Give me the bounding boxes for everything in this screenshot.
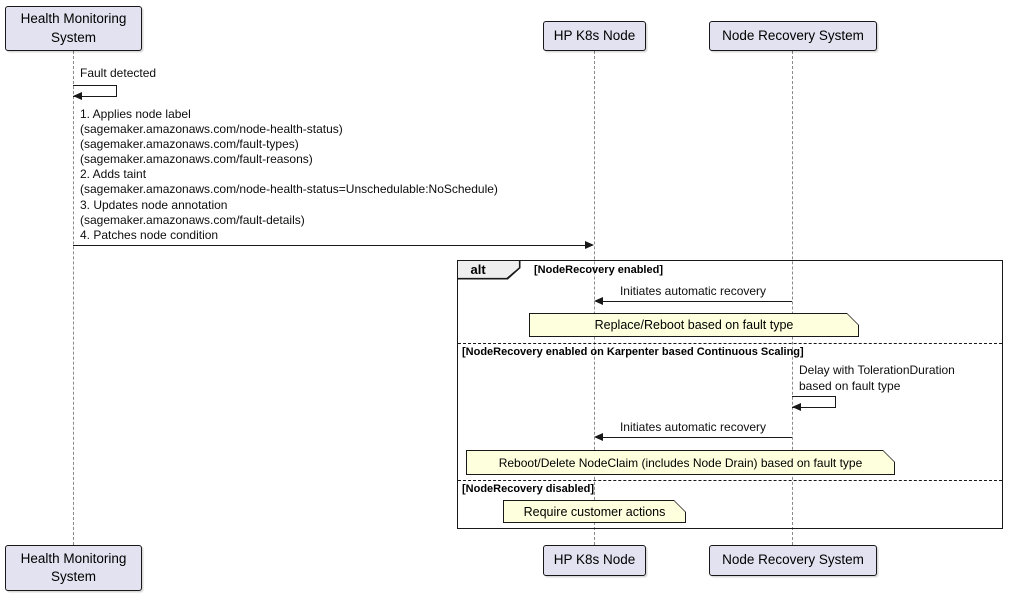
note-reboot-delete: Reboot/Delete NodeClaim (includes Node D… [466, 450, 895, 475]
message-fault-detected-arrowhead [73, 92, 82, 100]
participant-bottom-hp-k8s-node: HP K8s Node [543, 545, 646, 576]
message-delay-toleration-arrowhead [792, 403, 801, 411]
alt-pentagon: alt [458, 261, 521, 280]
sequence-diagram: Health Monitoring System HP K8s Node Nod… [0, 0, 1010, 597]
message-node-update-arrowhead [585, 241, 594, 249]
participant-top-node-recovery-system: Node Recovery System [709, 21, 877, 51]
alt-operator-label: alt [458, 261, 519, 278]
participant-bottom-health-monitoring-system: Health Monitoring System [5, 545, 142, 591]
participant-top-hp-k8s-node: HP K8s Node [543, 21, 646, 51]
note-replace-reboot: Replace/Reboot based on fault type [529, 313, 859, 337]
message-initiates-recovery-2-label: Initiates automatic recovery [594, 420, 792, 434]
message-initiates-recovery-2-arrowhead [594, 433, 603, 441]
note-require-customer-text: Require customer actions [504, 501, 685, 522]
message-fault-detected-label: Fault detected [80, 66, 156, 80]
guard-noderecovery-enabled: [NodeRecovery enabled] [534, 264, 663, 276]
note-require-customer: Require customer actions [503, 500, 686, 523]
alt-divider-2 [458, 480, 1002, 481]
message-node-update-line [73, 245, 587, 246]
message-initiates-recovery-1-arrowhead [594, 297, 603, 305]
alt-divider-1 [458, 343, 1002, 344]
message-initiates-recovery-1-label: Initiates automatic recovery [594, 284, 792, 298]
message-node-update-label: 1. Applies node label (sagemaker.amazona… [80, 107, 498, 243]
guard-noderecovery-karpenter: [NodeRecovery enabled on Karpenter based… [462, 346, 804, 358]
guard-noderecovery-disabled: [NodeRecovery disabled] [462, 483, 594, 495]
note-reboot-delete-text: Reboot/Delete NodeClaim (includes Node D… [467, 451, 894, 474]
participant-top-health-monitoring-system: Health Monitoring System [5, 6, 142, 51]
message-delay-toleration-label: Delay with TolerationDuration based on f… [799, 362, 955, 394]
note-replace-reboot-text: Replace/Reboot based on fault type [530, 314, 858, 336]
message-initiates-recovery-2-line [596, 437, 792, 438]
message-initiates-recovery-1-line [596, 301, 792, 302]
participant-bottom-node-recovery-system: Node Recovery System [709, 545, 877, 576]
lifeline-health-monitoring-system [73, 51, 74, 545]
